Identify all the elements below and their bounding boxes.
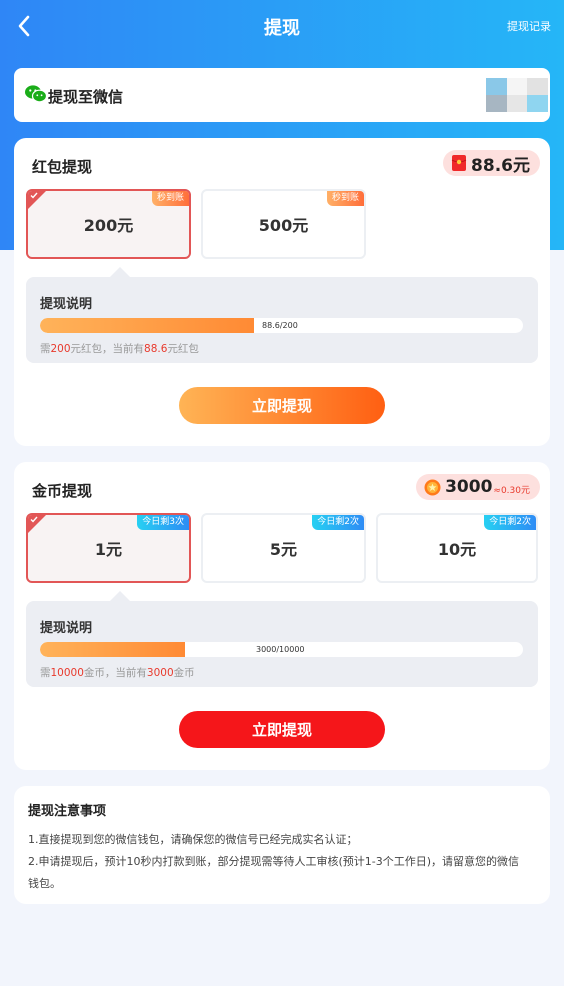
coin-title: 金币提现: [32, 482, 93, 500]
top-bar: 提现 提现记录: [0, 0, 564, 52]
progress-text: 3000/10000: [256, 645, 305, 654]
red-envelope-icon: [451, 155, 467, 171]
notes-title: 提现注意事项: [28, 804, 107, 819]
notes-line-2: 2.申请提现后，预计10秒内打款到账，部分提现需等待人工审核(预计1-3个工作日…: [28, 855, 520, 868]
progress-fill: [40, 318, 254, 333]
red-option-200[interactable]: 200元 秒到账: [26, 189, 191, 259]
red-packet-card: 红包提现 88.6元 200元 秒到账 500元 秒到账 提现说明 88.6/2…: [14, 138, 550, 446]
coin-option-10[interactable]: 10元 今日剩2次: [376, 513, 538, 583]
coin-withdraw-button[interactable]: 立即提现: [179, 711, 385, 748]
red-packet-balance: 88.6元: [471, 155, 530, 176]
red-withdraw-button[interactable]: 立即提现: [179, 387, 385, 424]
coin-balance: 3000: [445, 477, 493, 497]
info-title: 提现说明: [40, 297, 93, 312]
notes-line-3: 钱包。: [28, 877, 61, 890]
pointer-arrow: [110, 591, 130, 601]
coin-option-1[interactable]: 1元 今日剩3次: [26, 513, 191, 583]
coin-balance-cny: ≈0.30元: [493, 485, 530, 496]
requirement-text: 需10000金币，当前有3000金币: [40, 667, 195, 679]
check-icon: [30, 516, 38, 523]
withdraw-target-label: 提现至微信: [48, 88, 124, 106]
gold-coin-icon: [424, 479, 441, 495]
wechat-icon: [25, 85, 48, 103]
requirement-text: 需200元红包，当前有88.6元红包: [40, 343, 199, 355]
progress-fill: [40, 642, 185, 657]
progress-text: 88.6/200: [262, 321, 298, 330]
pointer-arrow: [110, 267, 130, 277]
withdraw-history-link[interactable]: 提现记录: [507, 18, 551, 34]
withdraw-target-card[interactable]: 提现至微信: [14, 68, 550, 122]
option-label: 500元: [258, 216, 309, 235]
instant-badge: 秒到账: [151, 191, 189, 206]
coin-balance-badge: 3000 ≈0.30元: [416, 474, 540, 500]
page-title: 提现: [264, 18, 300, 39]
withdraw-info-box: 提现说明 88.6/200 需200元红包，当前有88.6元红包: [26, 267, 538, 363]
remaining-badge: 今日剩3次: [137, 515, 189, 530]
option-label: 5元: [269, 540, 298, 559]
instant-badge: 秒到账: [326, 191, 364, 206]
info-title: 提现说明: [40, 621, 93, 636]
red-packet-title: 红包提现: [32, 158, 93, 176]
option-label: 10元: [437, 540, 477, 559]
progress-bar: 3000/10000: [40, 642, 523, 657]
remaining-badge: 今日剩2次: [312, 515, 364, 530]
coin-card: 金币提现 3000 ≈0.30元 1元 今日剩3次 5元 今日剩2次 10元 今…: [14, 462, 550, 770]
coin-option-5[interactable]: 5元 今日剩2次: [201, 513, 366, 583]
red-option-500[interactable]: 500元 秒到账: [201, 189, 366, 259]
check-icon: [30, 192, 38, 199]
withdraw-notes-card: 提现注意事项 1.直接提现到您的微信钱包，请确保您的微信号已经完成实名认证； 2…: [14, 786, 550, 904]
option-label: 1元: [94, 540, 123, 559]
remaining-badge: 今日剩2次: [484, 515, 536, 530]
option-label: 200元: [83, 216, 134, 235]
progress-bar: 88.6/200: [40, 318, 523, 333]
red-packet-balance-badge: 88.6元: [443, 150, 540, 176]
withdraw-info-box: 提现说明 3000/10000 需10000金币，当前有3000金币: [26, 591, 538, 687]
avatar: [486, 78, 548, 112]
notes-line-1: 1.直接提现到您的微信钱包，请确保您的微信号已经完成实名认证；: [28, 833, 358, 846]
